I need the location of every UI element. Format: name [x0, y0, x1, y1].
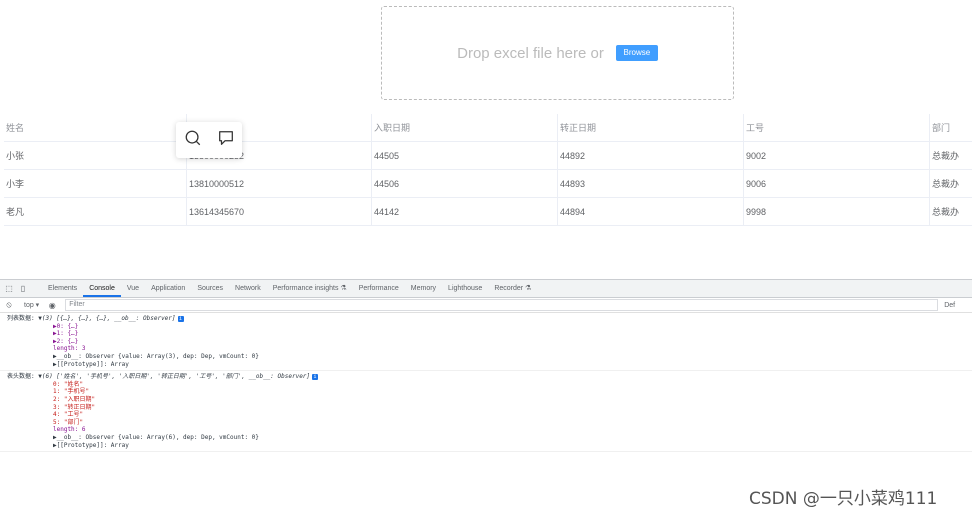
log-summary[interactable]: ▼(3) [{…}, {…}, {…}, __ob__: Observer] — [38, 315, 175, 322]
log-length: length: 6 — [53, 426, 86, 434]
csdn-watermark: CSDN @一只小菜鸡111 — [749, 489, 938, 509]
table-cell: 44142 — [372, 198, 558, 225]
table-cell: 44506 — [372, 170, 558, 197]
log-item: 5: "部门" — [53, 418, 84, 426]
devtools-tab-bar: ⬚ ▯ Elements Console Vue Application Sou… — [0, 279, 972, 298]
table-row: 老凡 13614345670 44142 44894 9998 总裁办 — [4, 198, 972, 226]
tab-elements[interactable]: Elements — [42, 280, 83, 297]
devtools-panel: ⬚ ▯ Elements Console Vue Application Sou… — [0, 279, 972, 479]
log-item: 2: "入职日期" — [53, 395, 96, 403]
table-cell: 44892 — [558, 142, 744, 169]
device-toggle-icon[interactable]: ▯ — [18, 284, 28, 294]
table-row: 小李 13810000512 44506 44893 9006 总裁办 — [4, 170, 972, 198]
log-item[interactable]: ▶2: {…} — [7, 338, 972, 346]
table-cell: 9006 — [744, 170, 930, 197]
console-log-entry[interactable]: 表头数据: ▼(6) ['姓名', '手机号', '入职日期', '转正日期',… — [0, 371, 972, 453]
log-observer[interactable]: ▶__ob__: Observer {value: Array(3), dep:… — [7, 353, 972, 361]
table-cell: 小李 — [4, 170, 187, 197]
log-levels-dropdown[interactable]: Def — [944, 302, 955, 309]
log-label: 表头数据: — [7, 373, 35, 381]
table-cell: 9998 — [744, 198, 930, 225]
log-item[interactable]: ▶1: {…} — [7, 330, 972, 338]
table-header-cell: 转正日期 — [558, 114, 744, 141]
comment-icon[interactable] — [217, 129, 235, 152]
tab-recorder[interactable]: Recorder ⚗ — [488, 280, 537, 297]
table-cell: 总裁办 — [932, 151, 960, 161]
inspect-element-icon[interactable]: ⬚ — [4, 284, 14, 294]
log-summary[interactable]: ▼(6) ['姓名', '手机号', '入职日期', '转正日期', '工号',… — [38, 373, 310, 380]
table-header-row: 姓名 手机号 入职日期 转正日期 工号 部门 — [4, 114, 972, 142]
table-cell: 44505 — [372, 142, 558, 169]
excel-drop-zone[interactable]: Drop excel file here or Browse — [381, 6, 734, 100]
tab-performance-insights[interactable]: Performance insights ⚗ — [267, 280, 353, 297]
console-filter-input[interactable]: Filter — [65, 299, 939, 311]
tab-lighthouse[interactable]: Lighthouse — [442, 280, 488, 297]
table-cell: 小张 — [4, 142, 187, 169]
log-prototype[interactable]: ▶[[Prototype]]: Array — [7, 442, 972, 450]
table-cell: 13614345670 — [187, 198, 372, 225]
info-icon: i — [177, 316, 184, 322]
table-cell: 9002 — [744, 142, 930, 169]
console-output: 列表数据: ▼(3) [{…}, {…}, {…}, __ob__: Obser… — [0, 313, 972, 453]
floating-toolbar — [176, 122, 242, 158]
log-item: 3: "转正日期" — [53, 403, 96, 411]
table-header-cell: 工号 — [744, 114, 930, 141]
context-selector[interactable]: top ▾ — [24, 301, 39, 309]
log-prototype[interactable]: ▶[[Prototype]]: Array — [7, 361, 972, 369]
console-log-entry[interactable]: 列表数据: ▼(3) [{…}, {…}, {…}, __ob__: Obser… — [0, 313, 972, 372]
tab-memory[interactable]: Memory — [405, 280, 442, 297]
log-length: length: 3 — [53, 345, 86, 353]
eye-icon[interactable]: ◉ — [47, 300, 57, 310]
log-label: 列表数据: — [7, 315, 35, 322]
table-cell: 13810000512 — [187, 170, 372, 197]
tab-application[interactable]: Application — [145, 280, 191, 297]
tab-performance[interactable]: Performance — [353, 280, 405, 297]
browse-button[interactable]: Browse — [615, 45, 658, 61]
table-cell: 44894 — [558, 198, 744, 225]
tab-network[interactable]: Network — [229, 280, 267, 297]
table-cell: 总裁办 — [932, 179, 960, 189]
log-observer[interactable]: ▶__ob__: Observer {value: Array(6), dep:… — [7, 434, 972, 442]
data-table: 姓名 手机号 入职日期 转正日期 工号 部门 小张 13800000252 44… — [4, 114, 972, 226]
tab-vue[interactable]: Vue — [121, 280, 145, 297]
table-header-cell: 入职日期 — [372, 114, 558, 141]
table-header-cell: 部门 — [932, 123, 951, 133]
tab-sources[interactable]: Sources — [191, 280, 229, 297]
clear-console-icon[interactable]: ⦸ — [4, 300, 14, 310]
table-cell: 44893 — [558, 170, 744, 197]
table-cell: 总裁办 — [932, 207, 960, 217]
log-item: 0: "姓名" — [53, 380, 84, 388]
table-row: 小张 13800000252 44505 44892 9002 总裁办 — [4, 142, 972, 170]
drop-text: Drop excel file here or — [457, 44, 604, 62]
tab-console[interactable]: Console — [83, 280, 121, 297]
log-item[interactable]: ▶0: {…} — [7, 323, 972, 331]
table-cell: 老凡 — [4, 198, 187, 225]
table-header-cell: 姓名 — [4, 114, 187, 141]
console-toolbar: ⦸ top ▾ ◉ Filter Def — [0, 298, 972, 313]
info-icon: i — [312, 374, 319, 381]
log-item: 4: "工号" — [53, 411, 84, 419]
search-icon[interactable] — [184, 129, 202, 152]
log-item: 1: "手机号" — [53, 388, 90, 396]
